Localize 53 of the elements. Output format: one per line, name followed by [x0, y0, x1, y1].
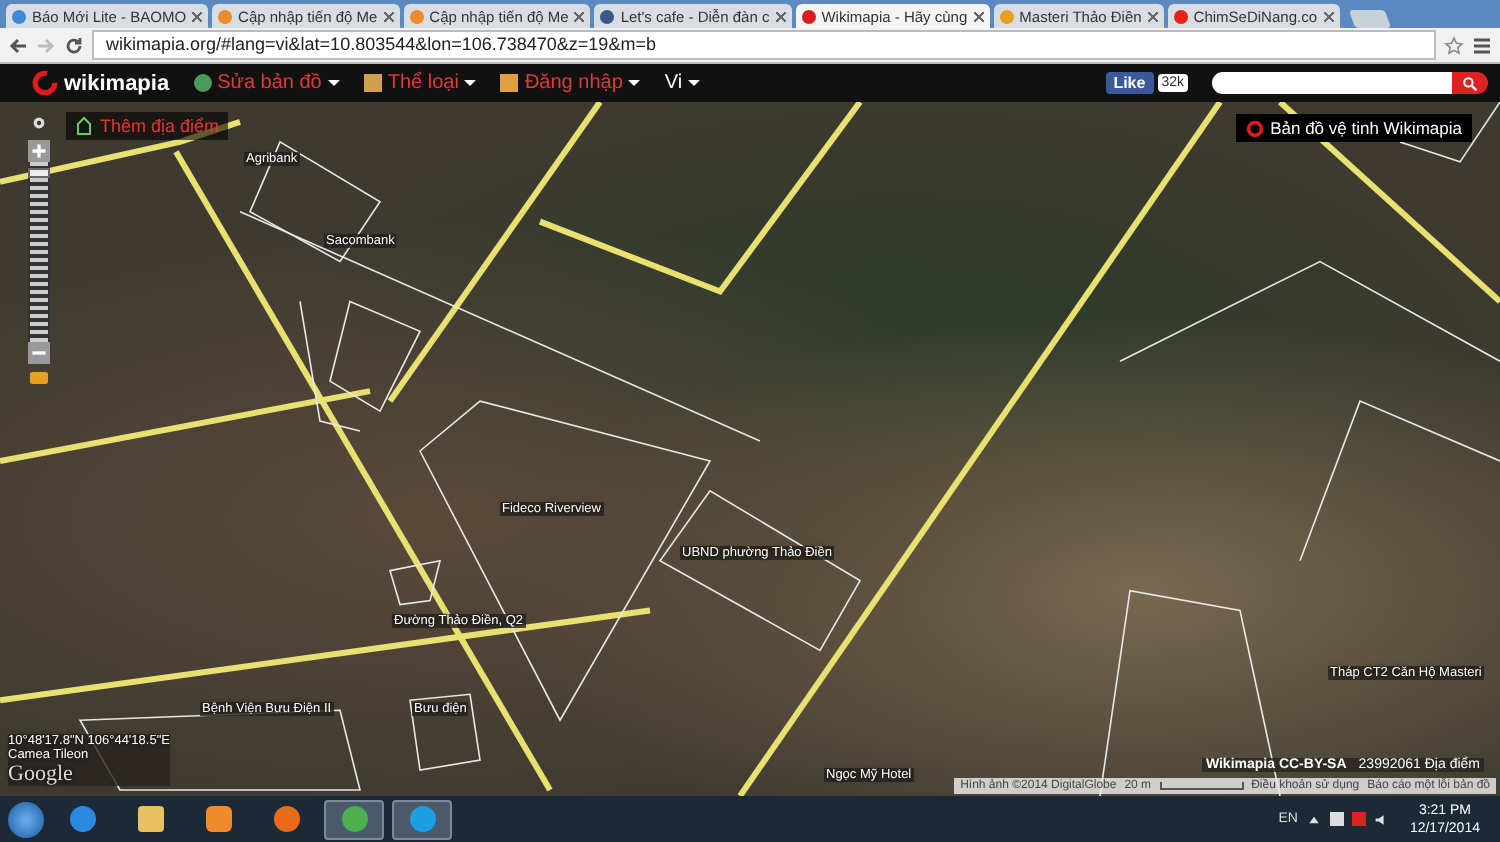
- logo-icon: [1246, 119, 1265, 137]
- search-field[interactable]: [1212, 72, 1452, 94]
- app-icon: [69, 806, 95, 832]
- nav-menu[interactable]: Sửa bản đồ: [193, 72, 340, 94]
- favicon-icon: [409, 9, 424, 23]
- start-button[interactable]: [8, 801, 44, 837]
- star-icon[interactable]: [1444, 35, 1464, 55]
- favicon-icon: [600, 9, 615, 23]
- search-icon[interactable]: [1462, 75, 1478, 91]
- caret-icon[interactable]: [628, 80, 641, 86]
- scale-bar-icon: [1159, 782, 1244, 790]
- speaker-icon[interactable]: [1373, 811, 1390, 827]
- zoom-out-icon[interactable]: [28, 342, 50, 364]
- close-icon[interactable]: [383, 11, 394, 21]
- satellite-button[interactable]: Bản đồ vệ tinh Wikimapia: [1236, 114, 1472, 142]
- back-icon[interactable]: [8, 35, 28, 55]
- zoom-thumb[interactable]: [28, 167, 50, 178]
- nav-menu[interactable]: Vi: [664, 72, 701, 94]
- app-icon: [409, 806, 435, 832]
- zoom-slider[interactable]: [28, 140, 50, 364]
- site-logo[interactable]: wikimapia: [32, 70, 170, 96]
- favicon-icon: [801, 9, 816, 23]
- add-place-button[interactable]: Thêm địa điểm: [66, 112, 228, 140]
- app-icon: [341, 806, 367, 832]
- caret-icon[interactable]: [688, 80, 701, 86]
- nav-menu[interactable]: Thể loại: [363, 72, 477, 94]
- logo-icon[interactable]: [32, 70, 58, 96]
- address-field[interactable]: wikimapia.org/#lang=vi&lat=10.803544&lon=106.738470&z=19&m=b: [92, 30, 1436, 60]
- close-icon[interactable]: [192, 11, 203, 21]
- favicon-icon: [1173, 9, 1188, 23]
- search-button[interactable]: [1452, 72, 1488, 94]
- reload-icon[interactable]: [64, 35, 84, 55]
- app-icon: [273, 806, 299, 832]
- close-icon[interactable]: [775, 11, 786, 21]
- settings-icon[interactable]: [30, 114, 48, 132]
- menu-icon[interactable]: [1472, 35, 1492, 55]
- house-icon: [74, 116, 94, 136]
- folder-icon: [137, 806, 163, 832]
- favicon-icon: [999, 9, 1014, 23]
- caret-icon[interactable]: [327, 80, 340, 86]
- favicon-icon: [12, 9, 26, 23]
- google-logo: Google: [8, 762, 75, 786]
- close-icon[interactable]: [574, 11, 585, 21]
- nav-menu[interactable]: Đăng nhập: [500, 72, 641, 94]
- close-icon[interactable]: [1323, 11, 1333, 21]
- like-button[interactable]: Like: [1105, 72, 1154, 94]
- tray-arrow-icon[interactable]: [1305, 811, 1322, 827]
- caret-icon[interactable]: [464, 80, 477, 86]
- close-icon[interactable]: [1147, 11, 1158, 21]
- taskbar-app[interactable]: [324, 799, 384, 839]
- favicon-icon: [218, 9, 233, 23]
- taskbar-app[interactable]: [392, 799, 452, 839]
- close-icon[interactable]: [973, 11, 984, 21]
